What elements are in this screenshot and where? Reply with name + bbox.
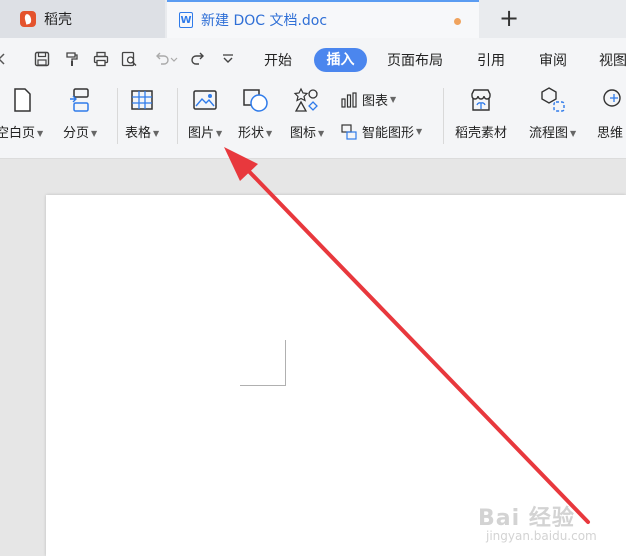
- chart-icon: [341, 91, 357, 108]
- daoke-logo-icon: [20, 11, 36, 27]
- flowchart-button[interactable]: 流程图 ▼: [529, 86, 576, 141]
- menu-page-layout[interactable]: 页面布局: [387, 50, 443, 70]
- redo-icon[interactable]: [188, 49, 208, 69]
- daoke-material-button[interactable]: 稻壳素材: [455, 86, 507, 141]
- ribbon-divider: [443, 88, 444, 144]
- new-tab-button[interactable]: +: [496, 6, 522, 32]
- customize-toolbar-icon[interactable]: [218, 49, 238, 69]
- picture-label: 图片: [188, 126, 215, 141]
- mindmap-icon: [603, 89, 621, 107]
- table-button[interactable]: 表格 ▼: [125, 86, 159, 141]
- menu-review[interactable]: 审阅: [539, 50, 567, 70]
- tab-daoke-label: 稻壳: [44, 12, 72, 28]
- menu-references[interactable]: 引用: [477, 50, 505, 70]
- table-icon: [131, 90, 153, 110]
- mindmap-button[interactable]: 思维: [596, 86, 624, 141]
- ribbon-divider: [177, 88, 178, 144]
- shape-button[interactable]: 形状 ▼: [238, 86, 272, 141]
- format-painter-icon[interactable]: [62, 49, 82, 69]
- print-icon[interactable]: [91, 49, 111, 69]
- unsaved-indicator: [454, 18, 461, 25]
- tab-bar: 稻壳 W 新建 DOC 文档.doc +: [0, 0, 626, 38]
- baidu-watermark-url: jingyan.baidu.com: [486, 529, 597, 543]
- ribbon-insert: 空白页 ▼ 分页 ▼ 表格 ▼ 图片 ▼ 形状 ▼ 图标 ▼ 图表 ▼ 智能图形 ▼ 稻壳素材 …: [0, 80, 626, 159]
- chart-button[interactable]: 图表 ▼: [340, 90, 396, 109]
- smart-graphic-icon: [341, 123, 357, 140]
- tab-document[interactable]: W 新建 DOC 文档.doc: [167, 0, 479, 38]
- save-icon[interactable]: [32, 49, 52, 69]
- page-break-button[interactable]: 分页 ▼: [63, 86, 97, 141]
- table-label: 表格: [125, 126, 152, 141]
- undo-dropdown-icon[interactable]: [169, 49, 179, 69]
- print-preview-icon[interactable]: [119, 49, 139, 69]
- flowchart-label: 流程图: [529, 126, 569, 141]
- blank-page-button[interactable]: 空白页 ▼: [0, 86, 43, 141]
- menu-view[interactable]: 视图: [599, 50, 626, 70]
- picture-icon: [193, 90, 217, 110]
- page-margin-marker: [240, 340, 286, 386]
- shape-icon: [243, 89, 268, 112]
- mindmap-label: 思维: [596, 126, 623, 141]
- flowchart-icon: [540, 87, 565, 112]
- page-break-icon: [70, 88, 89, 112]
- picture-button[interactable]: 图片 ▼: [188, 86, 222, 141]
- icon-button[interactable]: 图标 ▼: [290, 86, 324, 141]
- chevron-left-icon[interactable]: [0, 49, 12, 69]
- material-store-icon: [471, 89, 491, 111]
- shape-label: 形状: [238, 126, 265, 141]
- baidu-watermark: Bai 经验: [478, 506, 575, 531]
- blank-page-icon: [13, 88, 31, 112]
- page-break-label: 分页: [63, 126, 90, 141]
- menu-bar: 开始 插入 页面布局 引用 审阅 视图: [0, 38, 626, 80]
- menu-insert[interactable]: 插入: [314, 48, 367, 72]
- smart-graphic-label: 智能图形: [362, 126, 415, 141]
- tab-daoke[interactable]: 稻壳: [0, 0, 165, 38]
- tab-document-label: 新建 DOC 文档.doc: [201, 13, 328, 29]
- ribbon-divider: [117, 88, 118, 144]
- chart-label: 图表: [362, 94, 389, 109]
- menu-start[interactable]: 开始: [264, 50, 292, 70]
- daoke-material-label: 稻壳素材: [455, 126, 508, 141]
- word-doc-icon: W: [179, 12, 193, 28]
- icon-library-icon: [293, 87, 318, 112]
- blank-page-label: 空白页: [0, 126, 36, 141]
- smart-graphic-button[interactable]: 智能图形 ▼: [340, 122, 422, 141]
- icon-label: 图标: [290, 126, 317, 141]
